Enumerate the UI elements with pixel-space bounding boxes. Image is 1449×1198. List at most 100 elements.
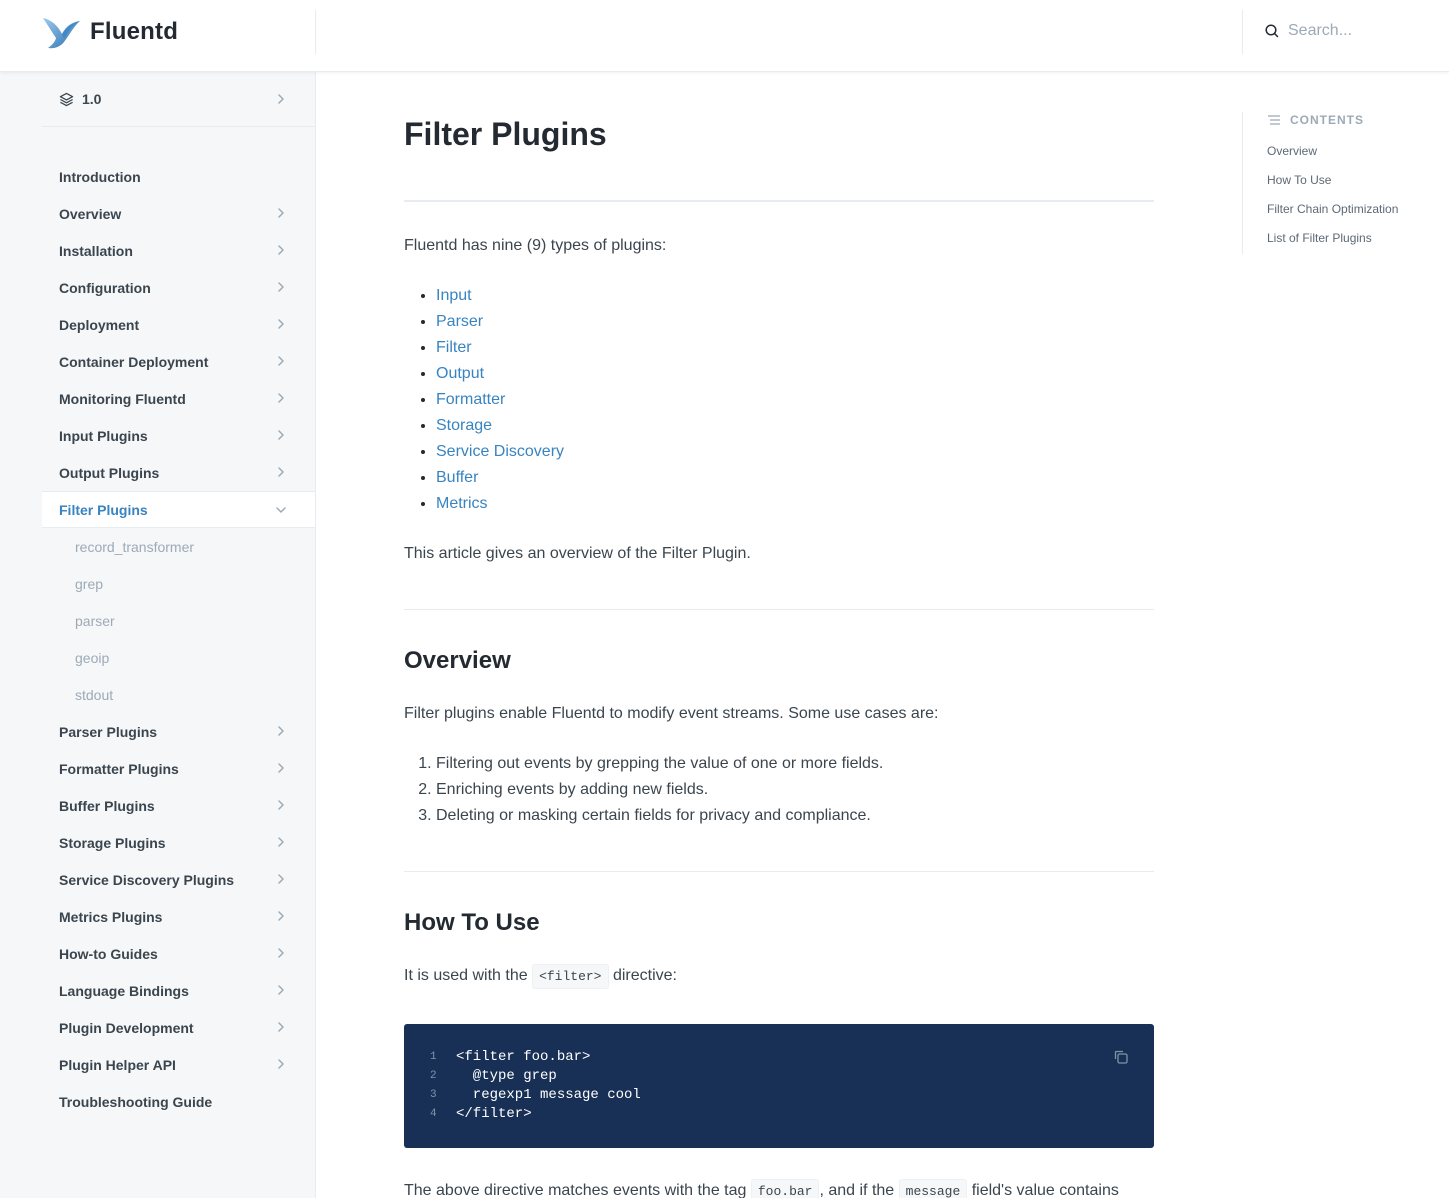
- code-line: 2 @type grep: [430, 1067, 641, 1086]
- search-box[interactable]: [1264, 22, 1438, 40]
- chevron-right-icon[interactable]: [274, 206, 288, 220]
- intro-text: Fluentd has nine (9) types of plugins:: [404, 237, 667, 254]
- plugin-link-filter[interactable]: Filter: [436, 339, 472, 356]
- chevron-right-icon[interactable]: [274, 391, 288, 405]
- article-note: This article gives an overview of the Fi…: [404, 545, 751, 562]
- plugin-link-metrics[interactable]: Metrics: [436, 495, 488, 512]
- toc-item-list-of-filter-plugins[interactable]: List of Filter Plugins: [1267, 231, 1372, 245]
- chevron-right-icon[interactable]: [274, 724, 288, 738]
- chevron-right-icon: [274, 92, 288, 106]
- directive-explanation: The above directive matches events with …: [404, 1178, 1119, 1198]
- plugin-link-output[interactable]: Output: [436, 365, 484, 382]
- toc-heading-label: CONTENTS: [1290, 113, 1364, 127]
- plugin-link-buffer[interactable]: Buffer: [436, 469, 478, 486]
- sidebar-subitem-label: stdout: [75, 686, 114, 703]
- table-of-contents: CONTENTS Overview How To Use Filter Chain …: [1242, 112, 1449, 254]
- sidebar-item-formatter-plugins[interactable]: Formatter Plugins: [42, 750, 315, 787]
- sidebar-subitem-grep[interactable]: grep: [42, 565, 315, 602]
- sidebar-item-storage-plugins[interactable]: Storage Plugins: [42, 824, 315, 861]
- sidebar-item-label: Buffer Plugins: [59, 797, 155, 814]
- plugin-link-input[interactable]: Input: [436, 287, 472, 304]
- fluentd-bird-icon: [43, 18, 80, 49]
- sidebar-item-label: Filter Plugins: [59, 501, 148, 518]
- chevron-down-icon[interactable]: [274, 503, 288, 517]
- search-icon: [1265, 24, 1279, 38]
- chevron-right-icon[interactable]: [274, 983, 288, 997]
- sidebar-subitem-record-transformer[interactable]: record_transformer: [42, 528, 315, 565]
- sidebar-item-label: Installation: [59, 242, 133, 259]
- chevron-right-icon[interactable]: [274, 428, 288, 442]
- sidebar-item-metrics-plugins[interactable]: Metrics Plugins: [42, 898, 315, 935]
- sidebar-item-how-to-guides[interactable]: How-to Guides: [42, 935, 315, 972]
- sidebar-item-input-plugins[interactable]: Input Plugins: [42, 417, 315, 454]
- top-header: Fluentd: [0, 0, 1449, 72]
- list-item: Formatter: [436, 387, 564, 413]
- code-text: <filter foo.bar>: [456, 1049, 591, 1065]
- sidebar-item-label: Configuration: [59, 279, 151, 296]
- sidebar-subitem-parser[interactable]: parser: [42, 602, 315, 639]
- sidebar-item-parser-plugins[interactable]: Parser Plugins: [42, 713, 315, 750]
- sidebar-item-output-plugins[interactable]: Output Plugins: [42, 454, 315, 491]
- chevron-right-icon[interactable]: [274, 280, 288, 294]
- overview-text: Filter plugins enable Fluentd to modify …: [404, 705, 939, 722]
- sidebar-item-introduction[interactable]: Introduction: [42, 158, 315, 195]
- sidebar-subitem-geoip[interactable]: geoip: [42, 639, 315, 676]
- plugin-link-service-discovery[interactable]: Service Discovery: [436, 443, 564, 460]
- search-input[interactable]: [1288, 22, 1438, 40]
- sidebar-item-installation[interactable]: Installation: [42, 232, 315, 269]
- sidebar-item-deployment[interactable]: Deployment: [42, 306, 315, 343]
- brand-name[interactable]: Fluentd: [90, 18, 178, 46]
- chevron-right-icon[interactable]: [274, 798, 288, 812]
- chevron-right-icon[interactable]: [274, 465, 288, 479]
- sidebar-item-configuration[interactable]: Configuration: [42, 269, 315, 306]
- list-item: Enriching events by adding new fields.: [436, 777, 883, 803]
- sidebar-item-label: Parser Plugins: [59, 723, 158, 740]
- plugin-link-storage[interactable]: Storage: [436, 417, 492, 434]
- chevron-right-icon[interactable]: [274, 1020, 288, 1034]
- sidebar-subitem-label: parser: [75, 612, 115, 629]
- version-selector[interactable]: 1.0: [42, 72, 315, 127]
- sidebar-item-label: How-to Guides: [59, 945, 158, 962]
- sidebar-item-label: Input Plugins: [59, 427, 148, 444]
- sidebar-item-overview[interactable]: Overview: [42, 195, 315, 232]
- sidebar-item-label: Overview: [59, 205, 122, 222]
- sidebar-item-plugin-development[interactable]: Plugin Development: [42, 1009, 315, 1046]
- sidebar-item-label: Output Plugins: [59, 464, 160, 481]
- chevron-right-icon[interactable]: [274, 354, 288, 368]
- toc-item-overview[interactable]: Overview: [1267, 144, 1317, 158]
- layers-icon: [59, 92, 74, 107]
- chevron-right-icon[interactable]: [274, 872, 288, 886]
- sidebar-subitem-label: grep: [75, 575, 104, 592]
- chevron-right-icon[interactable]: [274, 946, 288, 960]
- code-line: 3 regexp1 message cool: [430, 1086, 641, 1105]
- plugin-link-formatter[interactable]: Formatter: [436, 391, 505, 408]
- section-divider: [404, 871, 1154, 872]
- chevron-right-icon[interactable]: [274, 835, 288, 849]
- code-text: </filter>: [456, 1106, 532, 1122]
- overview-heading: Overview: [404, 647, 511, 674]
- toc-item-how-to-use[interactable]: How To Use: [1267, 173, 1331, 187]
- chevron-right-icon[interactable]: [274, 317, 288, 331]
- chevron-right-icon[interactable]: [274, 761, 288, 775]
- code-block: 1 <filter foo.bar> 2 @type grep 3 regexp1 m…: [404, 1024, 1154, 1148]
- toc-item-filter-chain-optimization[interactable]: Filter Chain Optimization: [1267, 202, 1398, 216]
- sidebar-item-label: Introduction: [59, 168, 141, 185]
- sidebar-item-language-bindings[interactable]: Language Bindings: [42, 972, 315, 1009]
- sidebar-item-service-discovery-plugins[interactable]: Service Discovery Plugins: [42, 861, 315, 898]
- sidebar-item-filter-plugins[interactable]: Filter Plugins: [42, 491, 315, 528]
- sidebar-item-troubleshooting-guide[interactable]: Troubleshooting Guide: [42, 1083, 315, 1120]
- copy-icon[interactable]: [1112, 1048, 1130, 1066]
- sidebar-item-label: Deployment: [59, 316, 140, 333]
- how-to-use-text-after: directive:: [612, 967, 677, 984]
- brand-logo[interactable]: Fluentd: [42, 14, 178, 50]
- chevron-right-icon[interactable]: [274, 1057, 288, 1071]
- sidebar-subitem-stdout[interactable]: stdout: [42, 676, 315, 713]
- sidebar-item-monitoring-fluentd[interactable]: Monitoring Fluentd: [42, 380, 315, 417]
- sidebar-item-plugin-helper-api[interactable]: Plugin Helper API: [42, 1046, 315, 1083]
- chevron-right-icon[interactable]: [274, 243, 288, 257]
- sidebar-item-container-deployment[interactable]: Container Deployment: [42, 343, 315, 380]
- sidebar-subitem-label: geoip: [75, 649, 110, 666]
- plugin-link-parser[interactable]: Parser: [436, 313, 483, 330]
- chevron-right-icon[interactable]: [274, 909, 288, 923]
- sidebar-item-buffer-plugins[interactable]: Buffer Plugins: [42, 787, 315, 824]
